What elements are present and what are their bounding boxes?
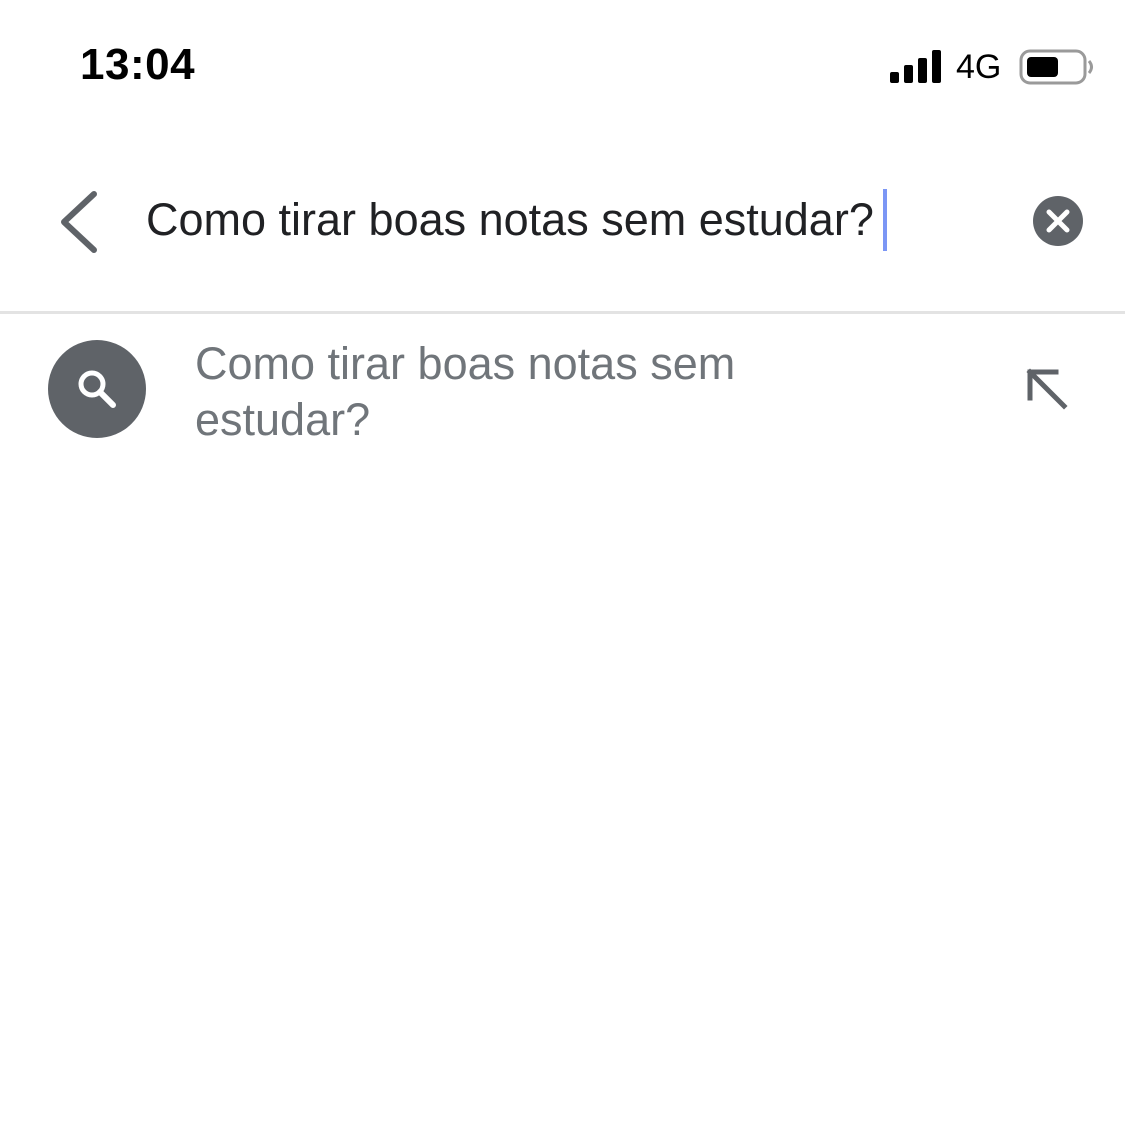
suggestion-icon-badge <box>48 340 146 438</box>
cellular-signal-icon <box>890 50 941 83</box>
search-screen: 13:04 4G Como tirar boas notas sem estud… <box>0 0 1125 1125</box>
fill-query-button[interactable] <box>1022 364 1072 414</box>
back-button[interactable] <box>52 186 108 256</box>
text-cursor <box>882 189 887 251</box>
status-time: 13:04 <box>80 40 196 89</box>
chevron-left-icon <box>61 191 97 253</box>
suggestion-text: Como tirar boas notas sem estudar? <box>195 338 736 445</box>
suggestion-item[interactable]: Como tirar boas notas sem estudar? <box>0 316 1125 460</box>
clear-search-button[interactable] <box>1033 196 1083 246</box>
clear-circle-icon <box>1033 196 1083 246</box>
search-input-value: Como tirar boas notas sem estudar? <box>146 194 874 245</box>
search-input[interactable]: Como tirar boas notas sem estudar? <box>146 188 887 252</box>
arrow-up-left-icon <box>1026 368 1068 410</box>
network-type-label: 4G <box>956 48 1002 86</box>
battery-icon <box>1019 49 1093 85</box>
header-divider <box>0 311 1125 314</box>
search-icon <box>78 370 116 408</box>
